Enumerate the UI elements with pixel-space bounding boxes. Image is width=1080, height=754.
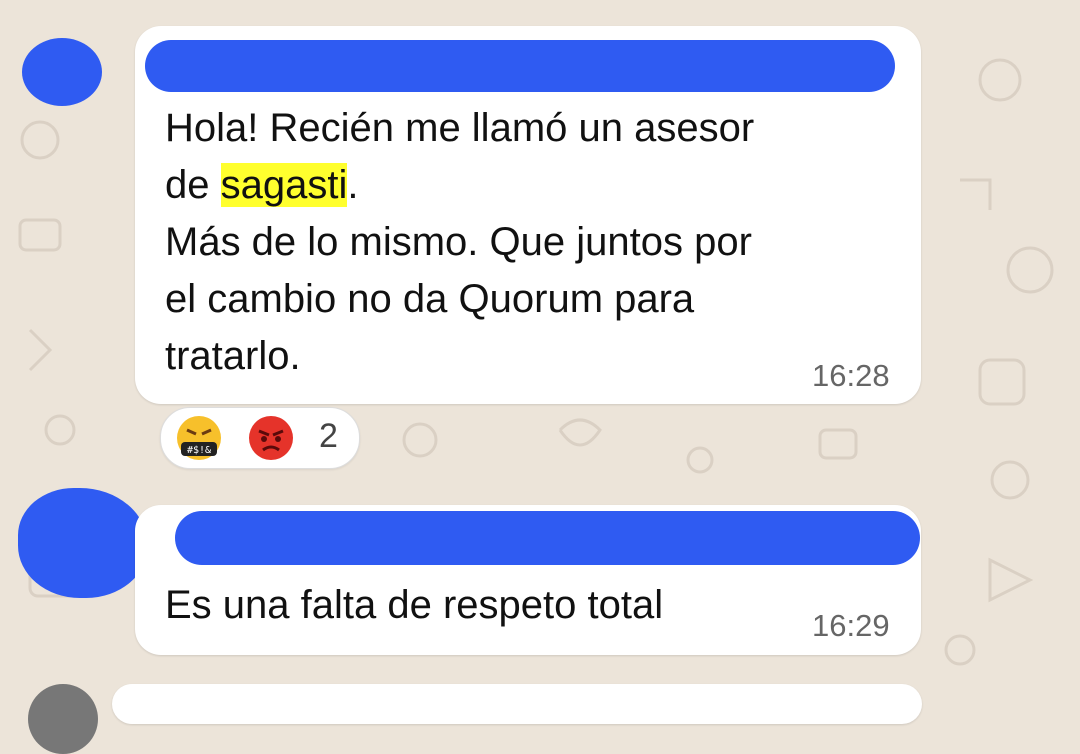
sender-avatar[interactable]: [28, 684, 98, 754]
sender-avatar[interactable]: [22, 38, 102, 106]
message-reactions[interactable]: #$!& 2: [160, 407, 360, 469]
message-timestamp: 16:28: [812, 358, 890, 393]
message-text: Es una falta de respeto total: [165, 583, 664, 627]
svg-text:#$!&: #$!&: [187, 445, 211, 456]
highlighted-word: sagasti: [220, 163, 348, 207]
sender-avatar[interactable]: [18, 488, 148, 598]
message-bubble[interactable]: [112, 684, 922, 724]
face-with-symbols-on-mouth-icon: #$!&: [177, 416, 221, 460]
message-timestamp: 16:29: [812, 608, 890, 643]
redacted-sender-name: [175, 511, 920, 565]
message-bubble[interactable]: Hola! Recién me llamó un asesor de sagas…: [135, 26, 921, 404]
redacted-sender-name: [145, 40, 895, 92]
reaction-count: 2: [319, 417, 338, 455]
pouting-face-icon: [249, 416, 293, 460]
message-bubble[interactable]: Es una falta de respeto total 16:29: [135, 505, 921, 655]
message-text: Hola! Recién me llamó un asesor de sagas…: [165, 106, 755, 378]
